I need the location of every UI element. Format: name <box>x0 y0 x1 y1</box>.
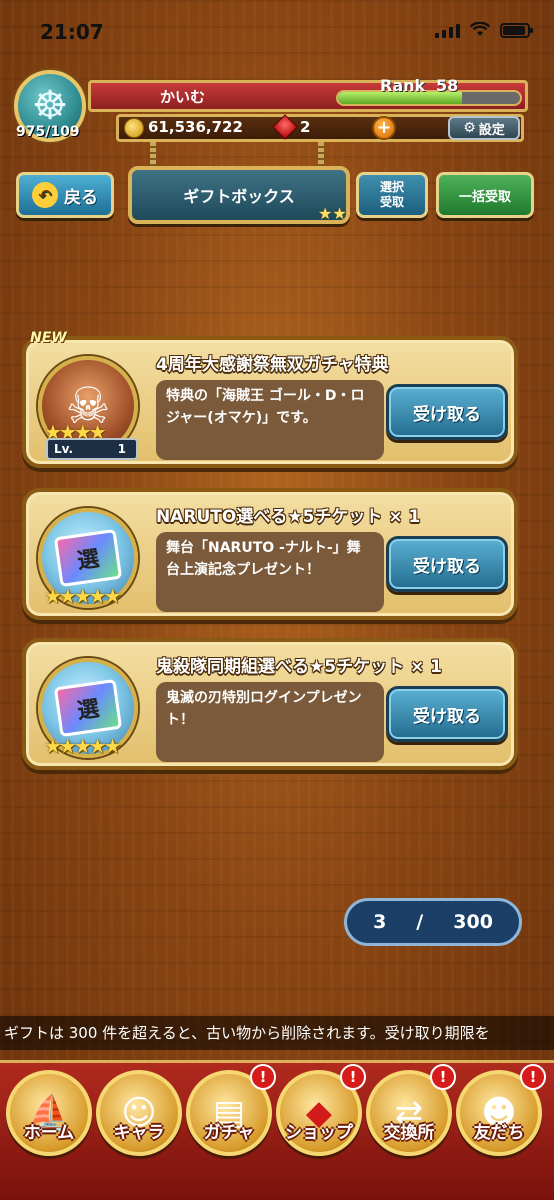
coin-value: 61,536,722 <box>148 118 243 136</box>
gacha-alert-badge: ! <box>250 1064 276 1090</box>
ship-wheel-icon: ☸ <box>32 83 68 129</box>
gift-card: 選 ★★★★★ 鬼殺隊同期組選べる★5チケット × 1 鬼滅の刃特別ログインプレ… <box>22 638 518 770</box>
nav-label-shop: ショップ <box>285 1123 353 1143</box>
stamina-value: 975/109 <box>16 124 80 140</box>
chain-right <box>318 142 324 168</box>
back-button[interactable]: ↶ 戻る <box>16 172 114 218</box>
receive-button[interactable]: 受け取る <box>386 686 508 742</box>
rank-label: Rank <box>380 76 426 95</box>
level-plate: Lv. 1 <box>46 438 138 460</box>
rarity-stars-icon: ★★★★★ <box>44 734 122 758</box>
page-counter: 3 / 300 <box>344 898 522 946</box>
page-separator: / <box>416 911 424 933</box>
gift-card: ☠ NEW ★★★★ Lv. 1 4周年大感謝祭無双ガチャ特典 特典の「海賊王 … <box>22 330 518 468</box>
back-arrow-icon: ↶ <box>32 182 58 208</box>
player-name: かいむ <box>160 88 206 106</box>
bulk-receive-button[interactable]: 一括受取 <box>436 172 534 218</box>
nav-label-trade: 交換所 <box>383 1123 435 1143</box>
trade-alert-badge: ! <box>430 1064 456 1090</box>
gift-description: 鬼滅の刃特別ログインプレゼント！ <box>156 682 384 762</box>
select-label-line1: 選択 <box>379 180 404 194</box>
level-value: 1 <box>117 442 126 456</box>
gear-icon: ⚙ <box>463 120 476 136</box>
receive-button[interactable]: 受け取る <box>386 384 508 440</box>
back-label: 戻る <box>64 187 98 208</box>
page-current: 3 <box>373 911 387 933</box>
gift-title: NARUTO選べる★5チケット × 1 <box>156 507 421 527</box>
nav-label-characters: キャラ <box>113 1123 165 1143</box>
battery-icon <box>500 22 533 38</box>
gem-value: 2 <box>300 118 311 136</box>
page-title: ギフトボックス <box>128 166 350 224</box>
title-stars-icon: ★★ <box>318 204 347 223</box>
chain-left <box>150 142 156 168</box>
select-label-line2: 受取 <box>379 195 404 209</box>
ticket-icon: 選 <box>53 678 123 738</box>
page-total: 300 <box>453 911 493 933</box>
wifi-icon <box>470 22 490 36</box>
friends-alert-badge: ! <box>520 1064 546 1090</box>
gift-title: 鬼殺隊同期組選べる★5チケット × 1 <box>156 657 442 677</box>
nav-label-friends: 友だち <box>473 1123 525 1143</box>
rank-progress-bar <box>336 90 522 106</box>
ticket-icon: 選 <box>53 528 123 588</box>
nav-home[interactable]: ⛵ <box>6 1070 92 1156</box>
status-time: 21:07 <box>40 20 104 44</box>
select-receive-button[interactable]: 選択 受取 <box>356 172 428 218</box>
nav-characters[interactable]: ☺ <box>96 1070 182 1156</box>
settings-label: 設定 <box>478 122 505 138</box>
shop-alert-badge: ! <box>340 1064 366 1090</box>
level-label: Lv. <box>54 442 74 456</box>
gift-title: 4周年大感謝祭無双ガチャ特典 <box>156 355 389 375</box>
gift-card: 選 ★★★★★ NARUTO選べる★5チケット × 1 舞台「NARUTO -ナ… <box>22 488 518 620</box>
signal-icon <box>435 22 460 38</box>
receive-button[interactable]: 受け取る <box>386 536 508 592</box>
status-icons <box>435 22 533 38</box>
gift-description: 特典の「海賊王 ゴール・D・ロジャー(オマケ)」です。 <box>156 380 384 460</box>
notice-ticker: ギフトは 300 件を超えると、古い物から削除されます。受け取り期限を <box>0 1016 554 1050</box>
coin-icon <box>124 118 144 138</box>
nav-label-gacha: ガチャ <box>203 1123 255 1143</box>
new-badge: NEW <box>30 330 67 346</box>
rarity-stars-icon: ★★★★★ <box>44 584 122 608</box>
rank-value: 58 <box>436 76 459 95</box>
add-gems-button[interactable]: + <box>372 116 396 140</box>
gift-description: 舞台「NARUTO -ナルト-」舞台上演記念プレゼント！ <box>156 532 384 612</box>
nav-label-home: ホーム <box>23 1123 75 1143</box>
settings-button[interactable]: ⚙ 設定 <box>448 116 520 140</box>
